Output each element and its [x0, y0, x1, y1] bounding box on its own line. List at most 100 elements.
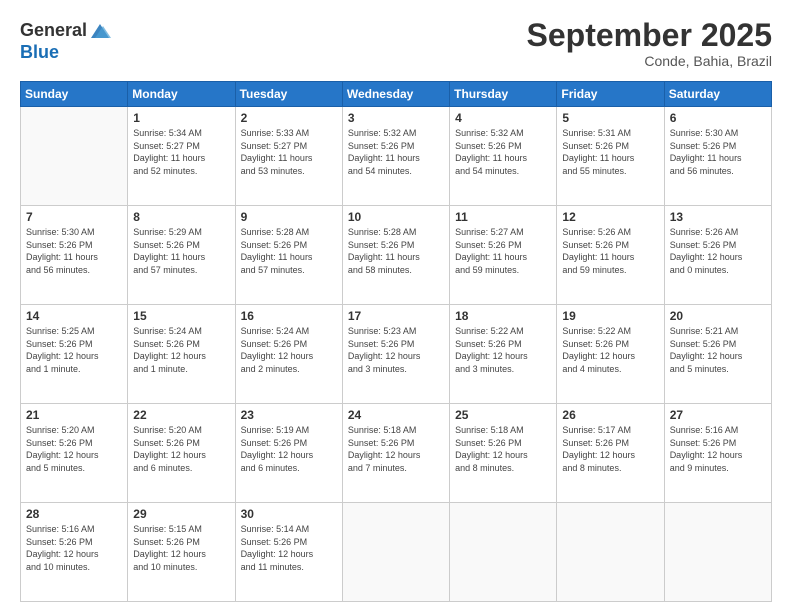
day-number: 9 [241, 210, 337, 224]
day-info: Sunrise: 5:21 AMSunset: 5:26 PMDaylight:… [670, 325, 766, 375]
table-row: 9Sunrise: 5:28 AMSunset: 5:26 PMDaylight… [235, 206, 342, 305]
day-number: 20 [670, 309, 766, 323]
day-info: Sunrise: 5:28 AMSunset: 5:26 PMDaylight:… [348, 226, 444, 276]
day-number: 4 [455, 111, 551, 125]
table-row: 17Sunrise: 5:23 AMSunset: 5:26 PMDayligh… [342, 305, 449, 404]
day-number: 3 [348, 111, 444, 125]
col-friday: Friday [557, 82, 664, 107]
day-number: 6 [670, 111, 766, 125]
table-row: 20 Sunrise: 5:21 AMSunset: 5:26 PMDayligh… [664, 305, 771, 404]
calendar-table: Sunday Monday Tuesday Wednesday Thursday… [20, 81, 772, 602]
table-row: 3 Sunrise: 5:32 AMSunset: 5:26 PMDaylight… [342, 107, 449, 206]
day-number: 21 [26, 408, 122, 422]
table-row: 29 Sunrise: 5:15 AMSunset: 5:26 PMDayligh… [128, 503, 235, 602]
day-info: Sunrise: 5:29 AMSunset: 5:26 PMDaylight:… [133, 226, 229, 276]
day-info: Sunrise: 5:22 AMSunset: 5:26 PMDaylight:… [455, 325, 551, 375]
table-row: 26 Sunrise: 5:17 AMSunset: 5:26 PMDayligh… [557, 404, 664, 503]
calendar-week-row: 14 Sunrise: 5:25 AMSunset: 5:26 PMDayligh… [21, 305, 772, 404]
col-wednesday: Wednesday [342, 82, 449, 107]
day-number: 27 [670, 408, 766, 422]
table-row: 7Sunrise: 5:30 AMSunset: 5:26 PMDaylight… [21, 206, 128, 305]
day-info: Sunrise: 5:30 AMSunset: 5:26 PMDaylight:… [670, 127, 766, 177]
table-row [450, 503, 557, 602]
table-row: 11 Sunrise: 5:27 AMSunset: 5:26 PMDayligh… [450, 206, 557, 305]
day-info: Sunrise: 5:26 AMSunset: 5:26 PMDaylight:… [562, 226, 658, 276]
day-info: Sunrise: 5:20 AMSunset: 5:26 PMDaylight:… [26, 424, 122, 474]
day-info: Sunrise: 5:30 AMSunset: 5:26 PMDaylight:… [26, 226, 122, 276]
day-number: 29 [133, 507, 229, 521]
col-thursday: Thursday [450, 82, 557, 107]
col-monday: Monday [128, 82, 235, 107]
day-info: Sunrise: 5:18 AMSunset: 5:26 PMDaylight:… [348, 424, 444, 474]
table-row: 22 Sunrise: 5:20 AMSunset: 5:26 PMDayligh… [128, 404, 235, 503]
day-info: Sunrise: 5:34 AMSunset: 5:27 PMDaylight:… [133, 127, 229, 177]
day-info: Sunrise: 5:16 AMSunset: 5:26 PMDaylight:… [670, 424, 766, 474]
table-row: 8 Sunrise: 5:29 AMSunset: 5:26 PMDaylight… [128, 206, 235, 305]
day-number: 30 [241, 507, 337, 521]
table-row: 18 Sunrise: 5:22 AMSunset: 5:26 PMDayligh… [450, 305, 557, 404]
table-row: 21 Sunrise: 5:20 AMSunset: 5:26 PMDayligh… [21, 404, 128, 503]
day-info: Sunrise: 5:25 AMSunset: 5:26 PMDaylight:… [26, 325, 122, 375]
calendar-header-row: Sunday Monday Tuesday Wednesday Thursday… [21, 82, 772, 107]
table-row: 15 Sunrise: 5:24 AMSunset: 5:26 PMDayligh… [128, 305, 235, 404]
day-number: 26 [562, 408, 658, 422]
day-number: 28 [26, 507, 122, 521]
table-row: 25Sunrise: 5:18 AMSunset: 5:26 PMDayligh… [450, 404, 557, 503]
logo: General Blue [20, 18, 111, 63]
table-row: 10 Sunrise: 5:28 AMSunset: 5:26 PMDayligh… [342, 206, 449, 305]
header: General Blue September 2025 Conde, Bahia… [20, 18, 772, 69]
day-info: Sunrise: 5:32 AMSunset: 5:26 PMDaylight:… [348, 127, 444, 177]
table-row: 27 Sunrise: 5:16 AMSunset: 5:26 PMDayligh… [664, 404, 771, 503]
table-row: 23 Sunrise: 5:19 AMSunset: 5:26 PMDayligh… [235, 404, 342, 503]
table-row: 19Sunrise: 5:22 AMSunset: 5:26 PMDayligh… [557, 305, 664, 404]
table-row: 5Sunrise: 5:31 AMSunset: 5:26 PMDaylight… [557, 107, 664, 206]
day-number: 24 [348, 408, 444, 422]
day-number: 1 [133, 111, 229, 125]
table-row: 4 Sunrise: 5:32 AMSunset: 5:26 PMDaylight… [450, 107, 557, 206]
logo-general-text: General [20, 20, 87, 41]
calendar-week-row: 7Sunrise: 5:30 AMSunset: 5:26 PMDaylight… [21, 206, 772, 305]
day-info: Sunrise: 5:32 AMSunset: 5:26 PMDaylight:… [455, 127, 551, 177]
day-number: 22 [133, 408, 229, 422]
table-row: 24 Sunrise: 5:18 AMSunset: 5:26 PMDayligh… [342, 404, 449, 503]
title-block: September 2025 Conde, Bahia, Brazil [527, 18, 772, 69]
day-number: 16 [241, 309, 337, 323]
day-number: 15 [133, 309, 229, 323]
col-sunday: Sunday [21, 82, 128, 107]
day-number: 10 [348, 210, 444, 224]
col-saturday: Saturday [664, 82, 771, 107]
table-row [557, 503, 664, 602]
day-info: Sunrise: 5:20 AMSunset: 5:26 PMDaylight:… [133, 424, 229, 474]
day-info: Sunrise: 5:19 AMSunset: 5:26 PMDaylight:… [241, 424, 337, 474]
table-row [21, 107, 128, 206]
day-number: 11 [455, 210, 551, 224]
day-info: Sunrise: 5:14 AMSunset: 5:26 PMDaylight:… [241, 523, 337, 573]
day-info: Sunrise: 5:15 AMSunset: 5:26 PMDaylight:… [133, 523, 229, 573]
day-info: Sunrise: 5:26 AMSunset: 5:26 PMDaylight:… [670, 226, 766, 276]
day-number: 14 [26, 309, 122, 323]
table-row [664, 503, 771, 602]
calendar-week-row: 21 Sunrise: 5:20 AMSunset: 5:26 PMDayligh… [21, 404, 772, 503]
table-row: 30 Sunrise: 5:14 AMSunset: 5:26 PMDayligh… [235, 503, 342, 602]
day-number: 18 [455, 309, 551, 323]
day-number: 8 [133, 210, 229, 224]
day-info: Sunrise: 5:17 AMSunset: 5:26 PMDaylight:… [562, 424, 658, 474]
day-info: Sunrise: 5:23 AMSunset: 5:26 PMDaylight:… [348, 325, 444, 375]
col-tuesday: Tuesday [235, 82, 342, 107]
day-number: 13 [670, 210, 766, 224]
day-number: 23 [241, 408, 337, 422]
table-row: 2 Sunrise: 5:33 AMSunset: 5:27 PMDaylight… [235, 107, 342, 206]
day-info: Sunrise: 5:24 AMSunset: 5:26 PMDaylight:… [133, 325, 229, 375]
day-number: 19 [562, 309, 658, 323]
day-info: Sunrise: 5:33 AMSunset: 5:27 PMDaylight:… [241, 127, 337, 177]
day-info: Sunrise: 5:27 AMSunset: 5:26 PMDaylight:… [455, 226, 551, 276]
table-row: 28 Sunrise: 5:16 AMSunset: 5:26 PMDayligh… [21, 503, 128, 602]
logo-icon [89, 20, 111, 42]
day-number: 2 [241, 111, 337, 125]
table-row: 12 Sunrise: 5:26 AMSunset: 5:26 PMDayligh… [557, 206, 664, 305]
day-info: Sunrise: 5:31 AMSunset: 5:26 PMDaylight:… [562, 127, 658, 177]
day-info: Sunrise: 5:18 AMSunset: 5:26 PMDaylight:… [455, 424, 551, 474]
day-number: 12 [562, 210, 658, 224]
month-title: September 2025 [527, 18, 772, 53]
day-info: Sunrise: 5:16 AMSunset: 5:26 PMDaylight:… [26, 523, 122, 573]
